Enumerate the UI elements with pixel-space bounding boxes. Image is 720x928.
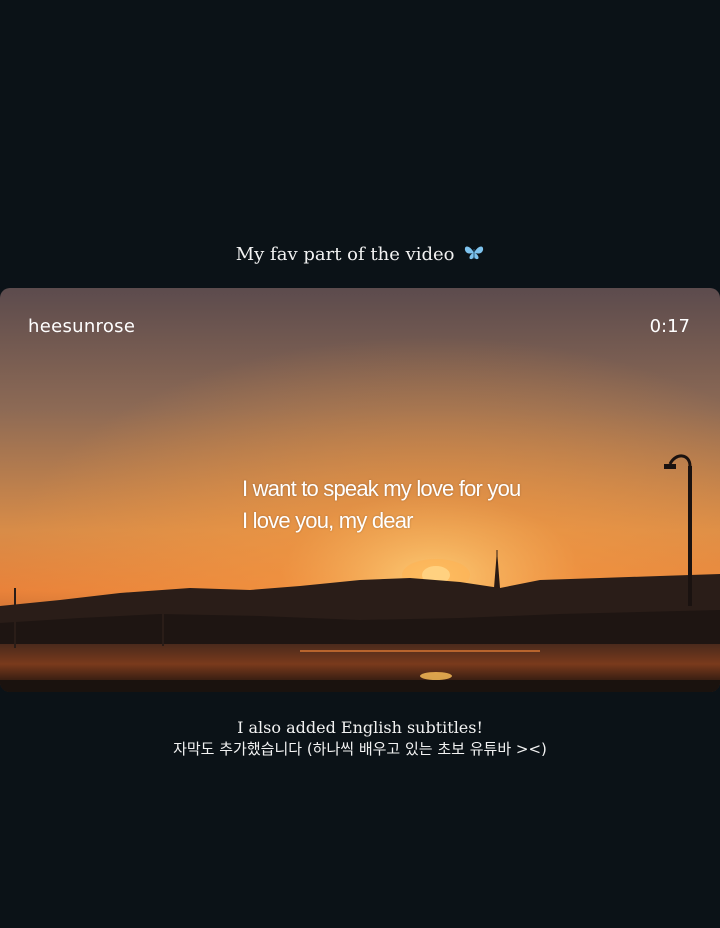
uploader-name[interactable]: heesunrose — [28, 316, 135, 337]
story-caption-top: My fav part of the video — [0, 244, 720, 267]
video-timestamp: 0:17 — [649, 316, 690, 337]
caption-bottom-line-1: I also added English subtitles! — [237, 718, 483, 737]
caption-top-text: My fav part of the video — [235, 244, 455, 265]
subtitle-line-2: I love you, my dear — [242, 508, 413, 533]
caption-bottom-line-2: 자막도 추가했습니다 (하나씩 배우고 있는 초보 유튜바 ><) — [173, 740, 547, 758]
subtitle-line-1: I want to speak my love for you — [242, 476, 521, 501]
butterfly-icon — [464, 244, 484, 267]
story-caption-bottom: I also added English subtitles! 자막도 추가했습… — [0, 718, 720, 760]
